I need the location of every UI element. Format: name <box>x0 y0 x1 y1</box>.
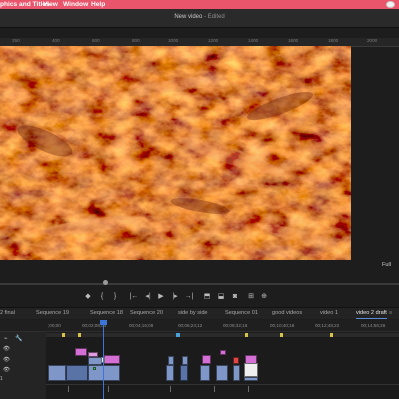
export-frame-icon[interactable]: ◙ <box>231 292 239 301</box>
sequence-tab-bar: 2 final Sequence 19 Sequence 18 Sequence… <box>0 307 399 319</box>
program-playhead-handle[interactable] <box>103 280 108 285</box>
menu-help[interactable]: Help <box>91 0 105 9</box>
tab-2-final[interactable]: 2 final <box>0 309 15 318</box>
marker[interactable] <box>280 333 283 337</box>
timecode-label: 00;10;40;18 <box>270 323 295 328</box>
ruler-label: 800 <box>132 38 140 43</box>
title-clip[interactable] <box>75 348 87 356</box>
window-title: New video - Edited <box>0 14 399 20</box>
video-clip[interactable] <box>233 365 240 381</box>
video-clip[interactable] <box>244 377 258 381</box>
marker-strip <box>46 333 399 337</box>
video-clip[interactable] <box>182 356 188 365</box>
video-clip[interactable] <box>216 365 228 381</box>
ruler-label: 1200 <box>208 38 219 43</box>
marker[interactable] <box>245 333 248 337</box>
tab-video-1[interactable]: video 1 <box>320 309 338 318</box>
out-point-icon[interactable]: } <box>112 292 118 301</box>
audio-clip-edge <box>170 386 171 392</box>
step-forward-icon[interactable]: |▸ <box>170 292 180 301</box>
video-clip[interactable] <box>66 365 88 381</box>
go-to-in-icon[interactable]: |← <box>129 292 139 301</box>
ruler-label: 1400 <box>248 38 259 43</box>
zoom-fit-select[interactable]: Full <box>382 262 391 268</box>
button-editor-icon[interactable]: ⊕ <box>260 292 268 301</box>
step-back-icon[interactable]: ◂| <box>143 292 153 301</box>
ruler-label: 600 <box>92 38 100 43</box>
ruler-label: 1600 <box>288 38 299 43</box>
ruler-label: 400 <box>52 38 60 43</box>
project-name: New video <box>174 14 203 20</box>
tab-sequence-20[interactable]: Sequence 20 <box>130 309 163 318</box>
timecode-label: 00;04;16;08 <box>129 323 154 328</box>
snap-icon[interactable]: ⌁ <box>4 335 8 342</box>
marker[interactable] <box>330 333 333 337</box>
tab-panel-menu[interactable]: ≡ <box>386 309 392 318</box>
track-divider <box>46 384 399 385</box>
audio-clip-edge <box>248 386 249 392</box>
video-clip[interactable] <box>48 365 66 381</box>
video-frame-image <box>0 46 351 260</box>
creative-cloud-icon[interactable] <box>386 1 395 8</box>
program-scrub-bar[interactable] <box>0 283 399 285</box>
eye-icon[interactable]: 👁 <box>3 346 10 352</box>
ruler-label: 250 <box>12 38 20 43</box>
wrench-icon[interactable]: 🔧 <box>15 335 22 342</box>
track-label-v1[interactable]: 1 <box>0 376 3 382</box>
tab-video-2-draft-label: video 2 draft <box>356 310 387 316</box>
timeline-timecode-ruler[interactable]: ;00;00 00;02;08;04 00;04;16;08 00;06;24;… <box>0 320 399 332</box>
timecode-label: ;00;00 <box>48 323 61 328</box>
video-clip[interactable] <box>168 356 174 365</box>
ruler-label: 1000 <box>168 38 179 43</box>
effect-badge <box>93 367 96 370</box>
program-monitor-video[interactable] <box>0 46 351 260</box>
timeline-playhead-line[interactable] <box>103 322 104 399</box>
title-clip[interactable] <box>104 355 120 364</box>
tab-video-2-draft[interactable]: video 2 draft <box>356 309 387 319</box>
ruler-label: 2000 <box>367 38 378 43</box>
timecode-label: 00;06;24;12 <box>178 323 203 328</box>
comparison-view-icon[interactable]: ⊞ <box>246 292 256 301</box>
play-icon[interactable]: ▶ <box>157 292 165 301</box>
audio-clip-edge <box>68 386 69 392</box>
video-clip[interactable] <box>233 357 239 364</box>
tab-sequence-19[interactable]: Sequence 19 <box>36 309 69 318</box>
in-point-icon[interactable]: { <box>99 292 105 301</box>
title-bar: New video - Edited <box>0 9 399 28</box>
marker[interactable] <box>62 333 65 337</box>
menu-view[interactable]: View <box>43 0 58 9</box>
tab-sequence-01[interactable]: Sequence 01 <box>225 309 258 318</box>
audio-clip-edge <box>108 386 109 392</box>
lift-icon[interactable]: ⬒ <box>202 292 212 301</box>
title-clip[interactable] <box>202 355 211 364</box>
tab-good-videos[interactable]: good videos <box>272 309 302 318</box>
marker[interactable] <box>78 333 81 337</box>
audio-clip-edge <box>214 386 215 392</box>
tab-side-by-side[interactable]: side by side <box>178 309 208 318</box>
eye-icon[interactable]: 👁 <box>3 357 10 363</box>
title-clip[interactable] <box>220 350 226 355</box>
extract-icon[interactable]: ⬓ <box>216 292 226 301</box>
video-clip[interactable] <box>180 365 188 381</box>
marker[interactable] <box>176 333 180 337</box>
timecode-label: 00;08;32;16 <box>223 323 248 328</box>
tab-sequence-18[interactable]: Sequence 18 <box>90 309 123 318</box>
marker-icon[interactable]: ◆ <box>84 292 92 301</box>
video-clip[interactable] <box>200 365 210 381</box>
menu-bar: phics and Titles View Window Help <box>0 0 399 9</box>
go-to-out-icon[interactable]: →| <box>184 292 194 301</box>
edited-status: - Edited <box>202 14 225 20</box>
panel-menu-icon[interactable]: ≡ <box>389 310 392 316</box>
video-clip[interactable] <box>244 363 258 377</box>
ruler-label: 1800 <box>328 38 339 43</box>
timecode-label: 00;12;48;22 <box>315 323 340 328</box>
eye-icon[interactable]: 👁 <box>3 367 10 373</box>
video-clip[interactable] <box>88 357 102 365</box>
menu-window[interactable]: Window <box>63 0 88 9</box>
track-header-column <box>0 332 46 399</box>
timecode-label: 00;14;56;26 <box>361 323 386 328</box>
video-clip[interactable] <box>166 365 174 381</box>
